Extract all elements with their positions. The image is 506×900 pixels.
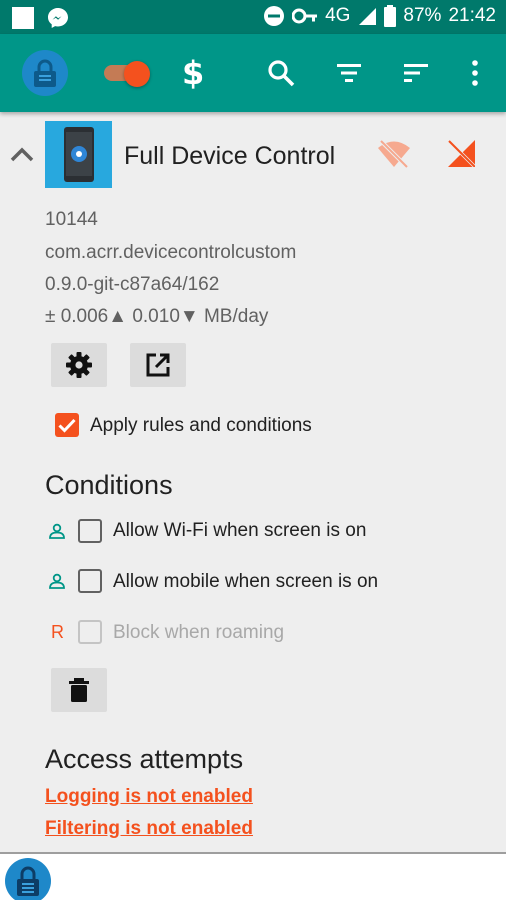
status-bar: 4G 87% 21:42: [0, 0, 506, 34]
filter-icon[interactable]: [334, 58, 364, 88]
open-in-new-icon: [146, 353, 170, 377]
block-roaming-checkbox[interactable]: [78, 620, 102, 644]
messenger-icon: [48, 8, 68, 28]
block-roaming-label: Block when roaming: [113, 622, 285, 643]
open-app-button[interactable]: [130, 343, 186, 387]
filtering-link[interactable]: Filtering is not enabled: [45, 818, 253, 840]
battery-icon: [384, 5, 397, 27]
lock-icon: [17, 866, 39, 896]
network-type: 4G: [325, 5, 351, 26]
mobile-screen-on-checkbox[interactable]: [78, 569, 102, 593]
mobile-screen-on-label: Allow mobile when screen is on: [113, 571, 379, 592]
signal-icon: [359, 8, 377, 25]
clock: 21:42: [448, 5, 496, 26]
app-detail: Full Device Control 10144 com.acrr.devic…: [0, 112, 506, 852]
gear-icon: [66, 352, 92, 378]
notification-square-icon: [12, 7, 34, 29]
app-name: Full Device Control: [124, 142, 336, 170]
app-icon: [45, 121, 112, 188]
app-version: 0.9.0-git-c87a64/162: [45, 274, 220, 295]
app-uid: 10144: [45, 209, 98, 230]
check-icon: [58, 418, 76, 433]
apply-rules-checkbox[interactable]: [55, 413, 79, 437]
enabled-toggle[interactable]: [104, 61, 150, 87]
mobile-data-off-icon[interactable]: [446, 138, 476, 168]
delete-button[interactable]: [51, 668, 107, 712]
vpn-key-icon: [292, 8, 318, 24]
battery-percent: 87%: [403, 5, 442, 26]
logging-link[interactable]: Logging is not enabled: [45, 786, 253, 808]
app-toolbar: $: [0, 34, 506, 112]
wifi-off-icon[interactable]: [376, 139, 412, 169]
wifi-screen-on-checkbox[interactable]: [78, 519, 102, 543]
conditions-heading: Conditions: [45, 470, 173, 500]
search-icon[interactable]: [266, 58, 296, 88]
chevron-up-icon[interactable]: [10, 144, 34, 164]
app-traffic: ± 0.006▲ 0.010▼ MB/day: [45, 306, 269, 327]
access-attempts-heading: Access attempts: [45, 744, 244, 774]
dollar-icon[interactable]: $: [182, 54, 212, 92]
apply-rules-label: Apply rules and conditions: [90, 415, 312, 436]
person-outline-icon: [49, 573, 65, 589]
dnd-icon: [264, 6, 285, 26]
app-settings-button[interactable]: [51, 343, 107, 387]
person-outline-icon: [49, 523, 65, 539]
bottom-bar: [0, 852, 506, 900]
device-settings-icon: [64, 127, 94, 182]
app-package: com.acrr.devicecontrolcustom: [45, 242, 297, 263]
more-vert-icon[interactable]: [460, 58, 490, 88]
lock-icon: [34, 59, 56, 87]
app-logo[interactable]: [22, 50, 68, 96]
roaming-indicator: R: [51, 622, 64, 642]
trash-icon: [69, 678, 89, 702]
wifi-screen-on-label: Allow Wi-Fi when screen is on: [113, 520, 367, 541]
sort-icon[interactable]: [401, 58, 431, 88]
lock-fab[interactable]: [5, 858, 51, 900]
